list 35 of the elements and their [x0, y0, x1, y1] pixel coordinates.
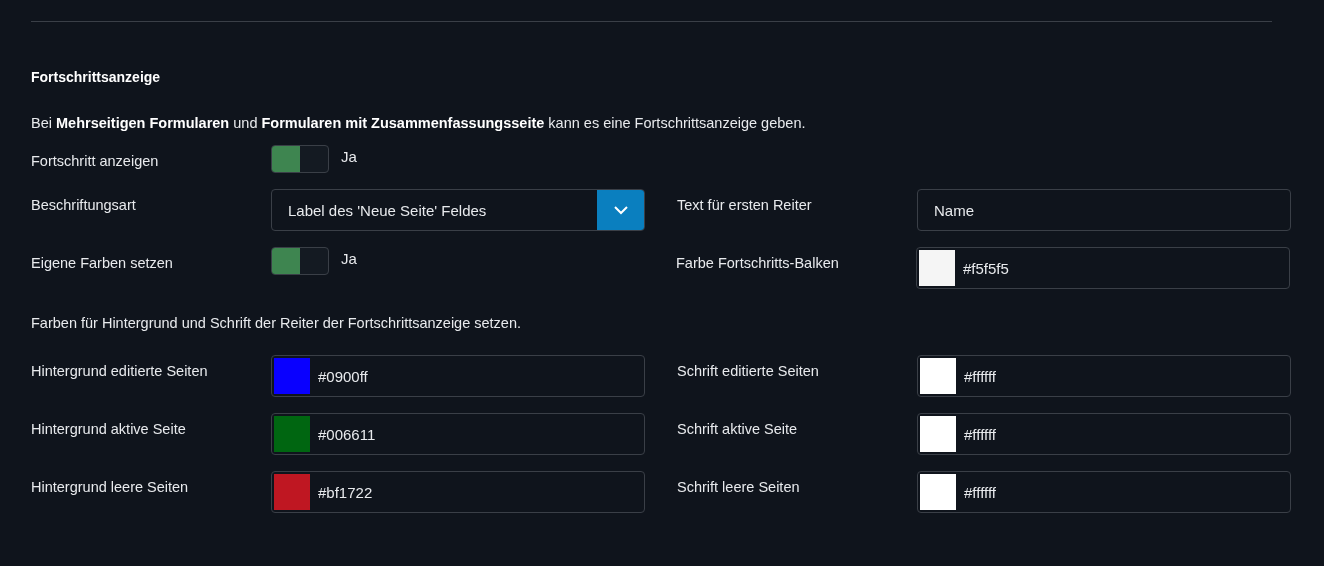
- intro-text: Bei Mehrseitigen Formularen und Formularen mit Zusammenfassungsseite kann es eine Fortschrittsanzeige geben.: [31, 115, 807, 131]
- toggle-value: Ja: [341, 249, 357, 267]
- toggle-switch[interactable]: [272, 146, 300, 172]
- field-label: Hintergrund leere Seiten: [31, 479, 189, 495]
- color-field[interactable]: #006611: [271, 413, 645, 455]
- field-label: Schrift aktive Seite: [677, 421, 798, 437]
- field-label: Hintergrund editierte Seiten: [31, 363, 208, 379]
- color-field[interactable]: #f5f5f5: [916, 247, 1290, 289]
- color-swatch[interactable]: [274, 474, 310, 510]
- color-swatch[interactable]: [919, 250, 955, 286]
- text-field[interactable]: Name: [917, 189, 1291, 231]
- color-swatch[interactable]: [920, 358, 956, 394]
- field-label: Hintergrund aktive Seite: [31, 421, 186, 437]
- color-swatch[interactable]: [920, 474, 956, 510]
- color-field[interactable]: #ffffff: [917, 471, 1291, 513]
- color-swatch[interactable]: [274, 416, 310, 452]
- toggle-switch[interactable]: [272, 248, 300, 274]
- field-label: Farbe Fortschritts-Balken: [676, 255, 839, 271]
- color-field[interactable]: #ffffff: [917, 413, 1291, 455]
- field-label: Text für ersten Reiter: [677, 197, 812, 213]
- color-field[interactable]: #bf1722: [271, 471, 645, 513]
- toggle-value: Ja: [341, 147, 357, 165]
- hint-text: Farben für Hintergrund und Schrift der Reiter der Fortschrittsanzeige setzen.: [31, 315, 522, 331]
- field-label: Beschriftungsart: [31, 197, 136, 213]
- color-swatch[interactable]: [920, 416, 956, 452]
- select-field[interactable]: Label des 'Neue Seite' Feldes: [271, 189, 645, 231]
- color-swatch[interactable]: [274, 358, 310, 394]
- chevron-down-icon[interactable]: [597, 190, 644, 230]
- section-title: Fortschrittsanzeige: [31, 69, 162, 85]
- field-label: Fortschritt anzeigen: [31, 153, 159, 169]
- field-label: Eigene Farben setzen: [31, 255, 173, 271]
- field-label: Schrift leere Seiten: [677, 479, 800, 495]
- color-field[interactable]: #0900ff: [271, 355, 645, 397]
- field-label: Schrift editierte Seiten: [677, 363, 819, 379]
- color-field[interactable]: #ffffff: [917, 355, 1291, 397]
